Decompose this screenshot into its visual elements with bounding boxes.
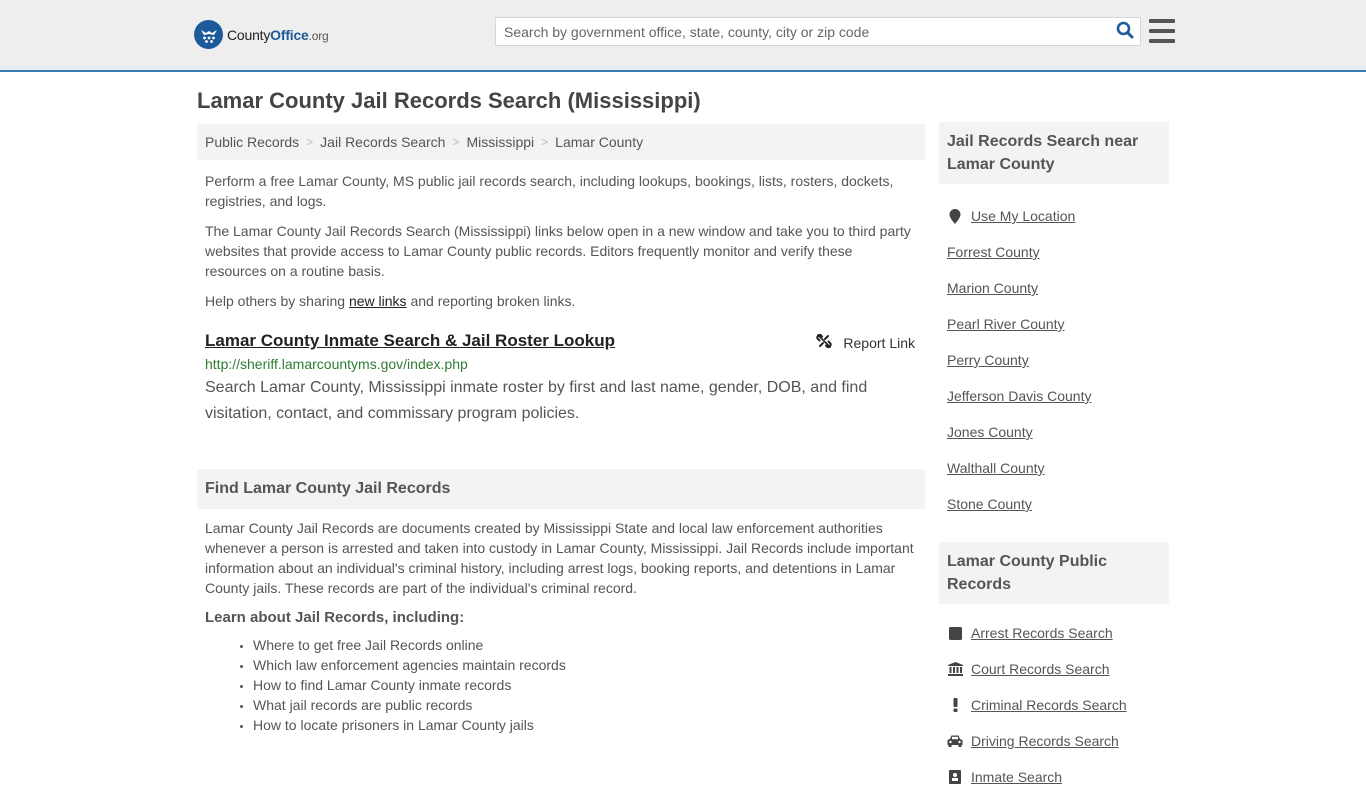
nearby-county-item: Perry County bbox=[939, 342, 1169, 378]
intro-section: Perform a free Lamar County, MS public j… bbox=[197, 171, 925, 427]
intro-paragraph: Perform a free Lamar County, MS public j… bbox=[205, 173, 894, 209]
share-links-paragraph: Help others by sharing new links and rep… bbox=[205, 291, 917, 311]
breadcrumb-separator: > bbox=[306, 135, 314, 149]
public-record-item: Inmate Search bbox=[939, 759, 1169, 795]
driving-records-link[interactable]: Driving Records Search bbox=[971, 733, 1119, 749]
car-icon bbox=[947, 733, 963, 749]
report-link-button[interactable]: Report Link bbox=[816, 333, 915, 352]
find-records-heading: Find Lamar County Jail Records bbox=[197, 469, 925, 509]
nearby-county-link[interactable]: Pearl River County bbox=[947, 316, 1065, 332]
nearby-county-item: Forrest County bbox=[939, 234, 1169, 270]
main-content: Public Records > Jail Records Search > M… bbox=[197, 124, 925, 735]
breadcrumb-separator: > bbox=[541, 135, 549, 149]
nearby-county-link[interactable]: Forrest County bbox=[947, 244, 1040, 260]
disclaimer-paragraph: The Lamar County Jail Records Search (Mi… bbox=[205, 223, 911, 279]
learn-list-item: Where to get free Jail Records online bbox=[253, 635, 917, 655]
learn-list-item: How to locate prisoners in Lamar County … bbox=[253, 715, 917, 735]
nearby-county-link[interactable]: Walthall County bbox=[947, 460, 1045, 476]
criminal-records-link[interactable]: Criminal Records Search bbox=[971, 697, 1127, 713]
nearby-county-item: Jefferson Davis County bbox=[939, 378, 1169, 414]
learn-heading: Learn about Jail Records, including: bbox=[205, 609, 465, 626]
nearby-county-item: Stone County bbox=[939, 486, 1169, 522]
site-search bbox=[495, 17, 1141, 46]
broken-link-icon bbox=[816, 333, 843, 352]
logo-tld: .org bbox=[308, 28, 329, 43]
search-icon bbox=[1116, 21, 1134, 42]
nearby-county-link[interactable]: Stone County bbox=[947, 496, 1032, 512]
result-description: Search Lamar County, Mississippi inmate … bbox=[205, 379, 868, 422]
arrest-records-link[interactable]: Arrest Records Search bbox=[971, 625, 1113, 641]
breadcrumb-mississippi[interactable]: Mississippi bbox=[466, 134, 534, 150]
result-item: Lamar County Inmate Search & Jail Roster… bbox=[205, 330, 917, 427]
new-links-link[interactable]: new links bbox=[349, 293, 407, 309]
menu-bar bbox=[1149, 29, 1175, 33]
learn-list: Where to get free Jail Records online Wh… bbox=[205, 635, 917, 735]
search-button[interactable] bbox=[1110, 18, 1140, 45]
learn-list-item: What jail records are public records bbox=[253, 695, 917, 715]
nearby-county-item: Pearl River County bbox=[939, 306, 1169, 342]
public-record-item: Criminal Records Search bbox=[939, 687, 1169, 723]
public-records-heading: Lamar County Public Records bbox=[939, 542, 1169, 604]
sidebar: Jail Records Search near Lamar County Us… bbox=[939, 122, 1169, 795]
inmate-icon bbox=[947, 769, 963, 785]
map-pin-icon bbox=[947, 208, 963, 224]
share-text-before: Help others by sharing bbox=[205, 293, 349, 309]
nearby-county-item: Walthall County bbox=[939, 450, 1169, 486]
menu-bar bbox=[1149, 39, 1175, 43]
breadcrumb-separator: > bbox=[452, 135, 460, 149]
eagle-stars-icon bbox=[194, 20, 223, 49]
site-header: CountyOffice.org bbox=[0, 0, 1366, 72]
nearby-county-item: Jones County bbox=[939, 414, 1169, 450]
nearby-list: Use My Location Forrest County Marion Co… bbox=[939, 198, 1169, 522]
nearby-county-item: Marion County bbox=[939, 270, 1169, 306]
result-url[interactable]: http://sheriff.lamarcountyms.gov/index.p… bbox=[205, 355, 917, 373]
use-my-location-link[interactable]: Use My Location bbox=[971, 208, 1075, 224]
breadcrumb-lamar-county[interactable]: Lamar County bbox=[555, 134, 643, 150]
page-title: Lamar County Jail Records Search (Missis… bbox=[197, 88, 701, 113]
breadcrumb: Public Records > Jail Records Search > M… bbox=[197, 124, 925, 160]
share-text-after: and reporting broken links. bbox=[406, 293, 576, 309]
breadcrumb-jail-records-search[interactable]: Jail Records Search bbox=[320, 134, 445, 150]
public-record-item: Court Records Search bbox=[939, 651, 1169, 687]
hamburger-menu-button[interactable] bbox=[1149, 19, 1175, 43]
learn-list-item: How to find Lamar County inmate records bbox=[253, 675, 917, 695]
find-records-section: Lamar County Jail Records are documents … bbox=[197, 518, 925, 735]
find-records-body: Lamar County Jail Records are documents … bbox=[205, 520, 914, 596]
report-link-label: Report Link bbox=[843, 334, 915, 351]
nearby-county-link[interactable]: Perry County bbox=[947, 352, 1029, 368]
site-logo[interactable]: CountyOffice.org bbox=[194, 20, 329, 49]
breadcrumb-public-records[interactable]: Public Records bbox=[205, 134, 299, 150]
use-my-location-item: Use My Location bbox=[939, 198, 1169, 234]
nearby-county-link[interactable]: Jones County bbox=[947, 424, 1033, 440]
square-icon bbox=[947, 625, 963, 641]
public-record-item: Arrest Records Search bbox=[939, 615, 1169, 651]
courthouse-icon bbox=[947, 661, 963, 677]
menu-bar bbox=[1149, 19, 1175, 23]
search-input[interactable] bbox=[496, 18, 1110, 45]
exclamation-icon bbox=[947, 697, 963, 713]
logo-wordmark: CountyOffice.org bbox=[227, 27, 329, 43]
nearby-county-link[interactable]: Marion County bbox=[947, 280, 1038, 296]
nearby-heading: Jail Records Search near Lamar County bbox=[939, 122, 1169, 184]
learn-list-item: Which law enforcement agencies maintain … bbox=[253, 655, 917, 675]
court-records-link[interactable]: Court Records Search bbox=[971, 661, 1110, 677]
nearby-county-link[interactable]: Jefferson Davis County bbox=[947, 388, 1091, 404]
logo-office: Office bbox=[270, 26, 309, 43]
result-title-link[interactable]: Lamar County Inmate Search & Jail Roster… bbox=[205, 330, 615, 352]
public-record-item: Driving Records Search bbox=[939, 723, 1169, 759]
logo-county: County bbox=[227, 26, 271, 43]
inmate-search-link[interactable]: Inmate Search bbox=[971, 769, 1062, 785]
public-records-list: Arrest Records Search Court Records Sear… bbox=[939, 615, 1169, 795]
